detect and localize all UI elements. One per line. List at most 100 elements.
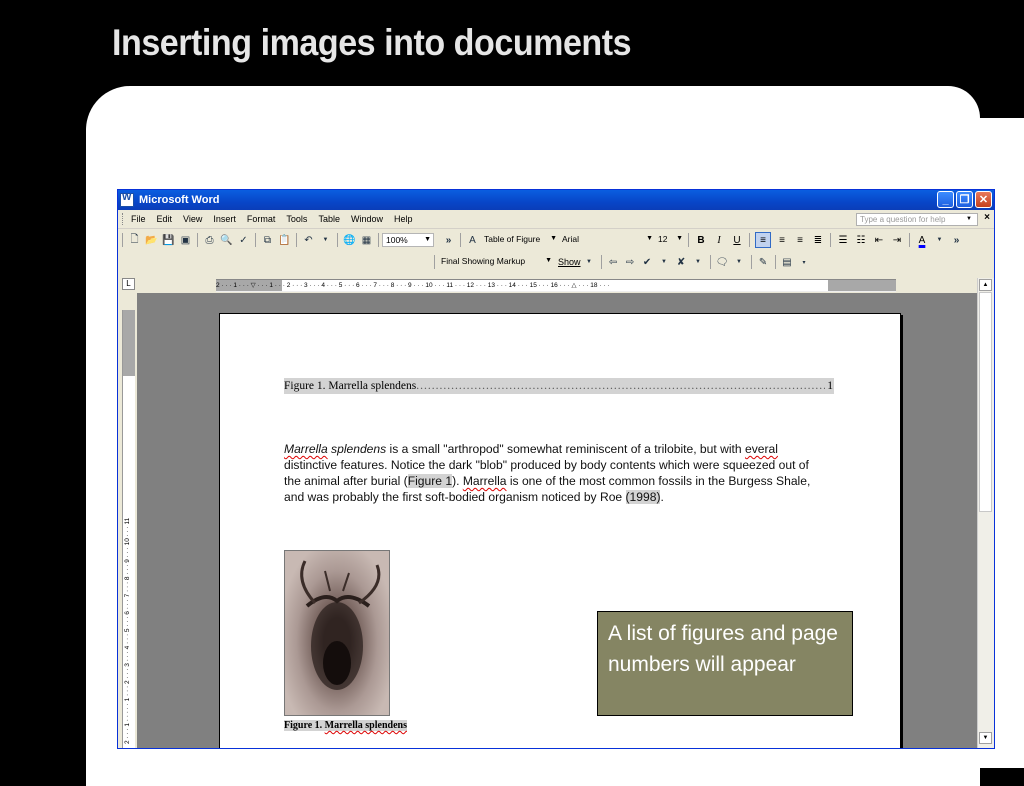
misspelled-word: everal	[744, 442, 778, 456]
title-bar[interactable]: Microsoft Word _ ❐ ✕	[118, 190, 994, 210]
tab-selector[interactable]: L	[122, 278, 135, 290]
toolbar-separator	[709, 255, 711, 269]
spelling-icon[interactable]: ✓	[237, 234, 250, 247]
menu-table[interactable]: Table	[318, 214, 340, 224]
menu-tools[interactable]: Tools	[286, 214, 307, 224]
word-window: Microsoft Word _ ❐ ✕ File Edit View Inse…	[117, 189, 995, 749]
increase-indent-icon[interactable]: ⇥	[890, 233, 904, 247]
align-left-icon[interactable]: ≡	[755, 232, 771, 248]
reviewing-toolbar: Final Showing Markup ▼ Show ▼ ⇦ ⇨ ✔ ▼ ✘ ▼…	[118, 251, 994, 273]
document-close-button[interactable]: ×	[984, 212, 990, 223]
font-dropdown-icon[interactable]: ▼	[646, 233, 653, 245]
horizontal-ruler[interactable]: 2 · · · 1 · · · ▽ · · · 1 · · · 2 · · · …	[216, 279, 896, 292]
font-size-combo[interactable]: 12 ▼	[655, 233, 685, 247]
next-change-icon[interactable]: ⇨	[624, 256, 637, 269]
menu-file[interactable]: File	[131, 214, 146, 224]
show-menu-button[interactable]: Show	[558, 257, 581, 267]
reviewing-pane-icon[interactable]: ▤	[781, 256, 794, 269]
minimize-button[interactable]: _	[937, 191, 954, 208]
figure-caption[interactable]: Figure 1. Marrella splendens	[284, 720, 407, 731]
toolbar-grip[interactable]	[434, 255, 435, 269]
ruler-ticks: 2 · · · 1 · · · ▽ · · · 1 · · · 2 · · · …	[216, 282, 610, 289]
scroll-thumb[interactable]	[979, 292, 992, 512]
style-combo[interactable]: Table of Figure ▼	[481, 233, 559, 247]
zoom-combo[interactable]: 100% ▼	[382, 233, 434, 247]
print-preview-icon[interactable]: 🔍	[220, 234, 233, 247]
comment-dropdown-icon[interactable]: ▼	[733, 256, 746, 269]
justify-icon[interactable]: ≣	[811, 233, 825, 247]
window-title: Microsoft Word	[139, 194, 220, 206]
insert-table-icon[interactable]: ▦	[360, 234, 373, 247]
figure-reference-field[interactable]: Figure 1	[407, 474, 453, 488]
menu-help[interactable]: Help	[394, 214, 413, 224]
para-text-3: ).	[452, 474, 463, 488]
reject-change-icon[interactable]: ✘	[675, 256, 688, 269]
decrease-indent-icon[interactable]: ⇤	[872, 233, 886, 247]
print-icon[interactable]: ⎙	[203, 234, 216, 247]
align-right-icon[interactable]: ≡	[793, 233, 807, 247]
toolbar-options-dropdown-icon[interactable]: ▾	[798, 256, 811, 269]
menu-insert[interactable]: Insert	[213, 214, 236, 224]
menu-format[interactable]: Format	[247, 214, 276, 224]
accept-dropdown-icon[interactable]: ▼	[658, 256, 671, 269]
menu-window[interactable]: Window	[351, 214, 383, 224]
style-dropdown-icon[interactable]: ▼	[550, 233, 557, 245]
display-dropdown-icon[interactable]: ▼	[545, 255, 552, 267]
styles-formatting-icon[interactable]: A	[466, 234, 479, 247]
restore-button[interactable]: ❐	[956, 191, 973, 208]
word-marrella-2: Marrella	[462, 474, 507, 488]
vertical-scrollbar[interactable]: ▲ ▼	[977, 278, 994, 748]
toolbar-grip[interactable]	[122, 233, 123, 247]
toolbar-separator	[830, 233, 831, 247]
fossil-image[interactable]	[284, 550, 390, 716]
table-of-figures-entry[interactable]: Figure 1. Marrella splendens............…	[284, 378, 834, 394]
ruler-row: L 2 · · · 1 · · · ▽ · · · 1 · · · 2 · · …	[118, 276, 994, 292]
scroll-up-icon[interactable]: ▲	[979, 279, 992, 291]
show-dropdown-icon[interactable]: ▼	[583, 256, 596, 269]
align-center-icon[interactable]: ≡	[775, 233, 789, 247]
save-icon[interactable]: 💾	[162, 234, 175, 247]
italic-button[interactable]: I	[712, 233, 726, 247]
toolbar-options-icon[interactable]: »	[442, 234, 455, 247]
vertical-ruler[interactable]: 2 · · · 1 · · · · · 1 · · · 2 · · · 3 · …	[122, 310, 135, 748]
font-size-dropdown-icon[interactable]: ▼	[676, 233, 683, 245]
caption-name: Marrella splendens	[324, 720, 407, 731]
help-search-input[interactable]: Type a question for help	[856, 213, 978, 226]
toolbar-separator	[197, 233, 198, 247]
callout-box: A list of figures and page numbers will …	[597, 611, 853, 716]
menu-view[interactable]: View	[183, 214, 202, 224]
previous-change-icon[interactable]: ⇦	[607, 256, 620, 269]
insert-hyperlink-icon[interactable]: 🌐	[343, 234, 356, 247]
accept-change-icon[interactable]: ✔	[641, 256, 654, 269]
bullets-icon[interactable]: ☷	[854, 233, 868, 247]
scroll-down-icon[interactable]: ▼	[979, 732, 992, 744]
menu-grip[interactable]	[122, 213, 126, 225]
help-dropdown-icon[interactable]: ▼	[966, 216, 972, 222]
undo-dropdown-icon[interactable]: ▼	[319, 234, 332, 247]
permission-icon[interactable]: ▣	[179, 234, 192, 247]
font-combo[interactable]: Arial ▼	[559, 233, 655, 247]
menu-edit[interactable]: Edit	[157, 214, 173, 224]
open-icon[interactable]: 📂	[145, 234, 158, 247]
formatting-options-icon[interactable]: »	[950, 234, 963, 247]
new-document-icon[interactable]: 🗋	[128, 234, 141, 247]
close-button[interactable]: ✕	[975, 191, 992, 208]
citation-field[interactable]: (1998)	[625, 490, 661, 504]
word-app-icon[interactable]	[120, 192, 134, 207]
reject-dropdown-icon[interactable]: ▼	[692, 256, 705, 269]
font-color-dropdown-icon[interactable]: ▼	[933, 234, 946, 247]
zoom-dropdown-icon[interactable]: ▼	[424, 234, 431, 246]
copy-icon[interactable]: ⧉	[261, 234, 274, 247]
new-comment-icon[interactable]: 🗨	[716, 256, 729, 269]
numbering-icon[interactable]: ☰	[836, 233, 850, 247]
paste-icon[interactable]: 📋	[278, 234, 291, 247]
slide-title: Inserting images into documents	[112, 22, 632, 63]
underline-button[interactable]: U	[730, 233, 744, 247]
bold-button[interactable]: B	[694, 233, 708, 247]
font-color-icon[interactable]: A	[915, 233, 929, 247]
word-marrella: Marrella	[284, 442, 328, 456]
body-paragraph[interactable]: Marrella splendens is a small "arthropod…	[284, 441, 824, 505]
display-for-review-combo[interactable]: Final Showing Markup ▼	[438, 255, 554, 269]
undo-icon[interactable]: ↶	[302, 234, 315, 247]
track-changes-icon[interactable]: ✎	[757, 256, 770, 269]
